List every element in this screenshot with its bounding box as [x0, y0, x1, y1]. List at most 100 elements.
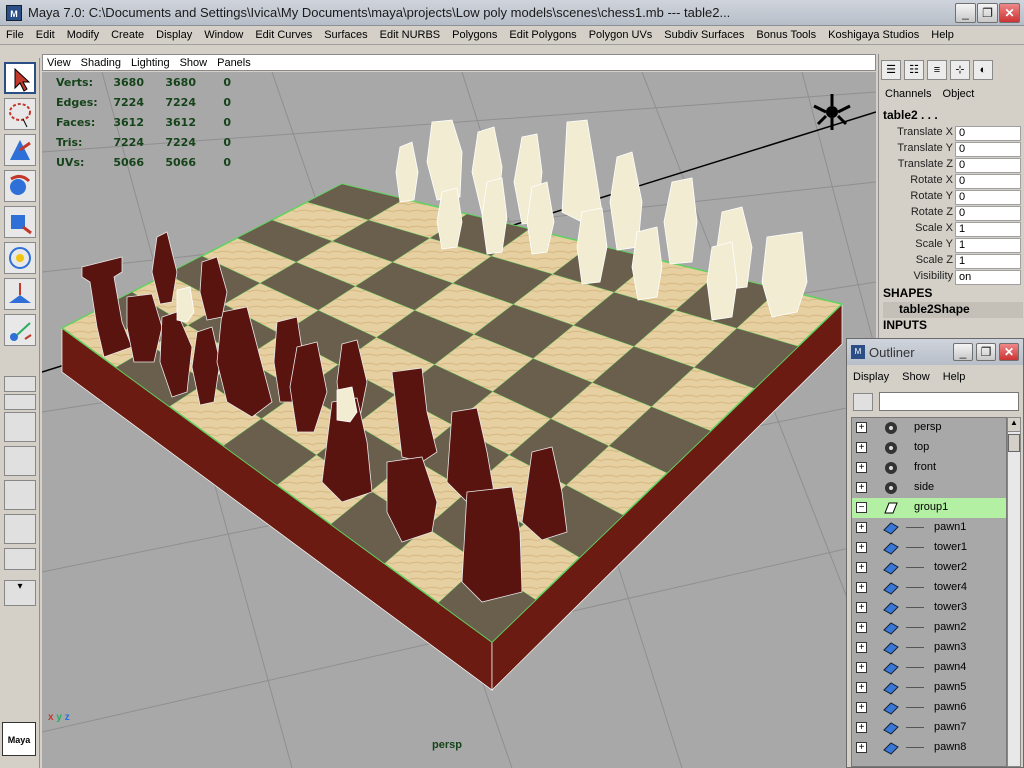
- rotate-tool-icon[interactable]: [4, 170, 36, 202]
- attr-value[interactable]: 1: [955, 238, 1021, 253]
- outliner-item[interactable]: + pawn6: [852, 698, 1006, 718]
- outliner-title-bar[interactable]: M Outliner _ ❐ ✕: [847, 339, 1023, 365]
- outliner-item[interactable]: + tower4: [852, 578, 1006, 598]
- expand-toggle-icon[interactable]: +: [856, 642, 867, 653]
- channels-menu[interactable]: Channels: [885, 88, 931, 100]
- panel-menu-view[interactable]: View: [47, 57, 71, 69]
- outliner-list[interactable]: + persp + top + front + side − group1 + pawn1 + tower…: [851, 417, 1007, 767]
- outliner-scrollbar[interactable]: ▲: [1007, 417, 1021, 767]
- attr-rotate-z[interactable]: Rotate Z0: [883, 206, 1023, 222]
- menu-edit[interactable]: Edit: [36, 29, 55, 41]
- select-tool-icon[interactable]: [4, 62, 36, 94]
- outliner-maximize-button[interactable]: ❐: [976, 343, 996, 361]
- menu-create[interactable]: Create: [111, 29, 144, 41]
- scroll-thumb[interactable]: [1008, 434, 1020, 452]
- attr-rotate-y[interactable]: Rotate Y0: [883, 190, 1023, 206]
- outliner-item[interactable]: + tower2: [852, 558, 1006, 578]
- menu-bonus-tools[interactable]: Bonus Tools: [756, 29, 816, 41]
- outliner-close-button[interactable]: ✕: [999, 343, 1019, 361]
- outliner-item[interactable]: + pawn4: [852, 658, 1006, 678]
- outliner-item[interactable]: + tower1: [852, 538, 1006, 558]
- outliner-item[interactable]: + side: [852, 478, 1006, 498]
- scroll-up-icon[interactable]: ▲: [1008, 418, 1020, 432]
- channel-box-icon[interactable]: ☰: [881, 60, 901, 80]
- expand-toggle-icon[interactable]: +: [856, 602, 867, 613]
- outliner-item[interactable]: + pawn2: [852, 618, 1006, 638]
- lasso-tool-icon[interactable]: [4, 98, 36, 130]
- menu-modify[interactable]: Modify: [67, 29, 99, 41]
- expand-toggle-icon[interactable]: +: [856, 582, 867, 593]
- attr-translate-x[interactable]: Translate X0: [883, 126, 1023, 142]
- layout-four-button[interactable]: [4, 394, 36, 410]
- menu-polygon-uvs[interactable]: Polygon UVs: [589, 29, 653, 41]
- expand-toggle-icon[interactable]: +: [856, 742, 867, 753]
- outliner-item[interactable]: + persp: [852, 418, 1006, 438]
- layout-hypershade-button[interactable]: [4, 514, 36, 544]
- expand-toggle-icon[interactable]: −: [856, 502, 867, 513]
- attr-value[interactable]: on: [955, 270, 1021, 285]
- panel-menu-show[interactable]: Show: [180, 57, 208, 69]
- object-menu[interactable]: Object: [943, 88, 975, 100]
- expand-toggle-icon[interactable]: +: [856, 722, 867, 733]
- menu-koshigaya-studios[interactable]: Koshigaya Studios: [828, 29, 919, 41]
- attr-rotate-x[interactable]: Rotate X0: [883, 174, 1023, 190]
- menu-surfaces[interactable]: Surfaces: [324, 29, 367, 41]
- outliner-item[interactable]: + pawn7: [852, 718, 1006, 738]
- outliner-item[interactable]: + tower3: [852, 598, 1006, 618]
- expand-toggle-icon[interactable]: +: [856, 622, 867, 633]
- layout-side-by-side-button[interactable]: [4, 412, 36, 442]
- expand-toggle-icon[interactable]: +: [856, 562, 867, 573]
- expand-toggle-icon[interactable]: +: [856, 542, 867, 553]
- layout-custom-button[interactable]: [4, 548, 36, 570]
- outliner-item[interactable]: + pawn8: [852, 738, 1006, 758]
- manipulator-tool-icon[interactable]: [4, 242, 36, 274]
- manipulator-icon[interactable]: ⊹: [950, 60, 970, 80]
- shape-node[interactable]: table2Shape: [883, 302, 1023, 318]
- layout-outliner-button[interactable]: [4, 446, 36, 476]
- soft-mod-tool-icon[interactable]: [4, 278, 36, 310]
- layout-graph-button[interactable]: [4, 480, 36, 510]
- menu-window[interactable]: Window: [204, 29, 243, 41]
- attr-scale-z[interactable]: Scale Z1: [883, 254, 1023, 270]
- perspective-viewport[interactable]: Verts: 3680 3680 0 Edges: 7224 7224 0 Fa…: [42, 72, 876, 768]
- layout-single-button[interactable]: [4, 376, 36, 392]
- expand-toggle-icon[interactable]: +: [856, 462, 867, 473]
- outliner-item[interactable]: + front: [852, 458, 1006, 478]
- menu-subdiv-surfaces[interactable]: Subdiv Surfaces: [664, 29, 744, 41]
- expand-toggle-icon[interactable]: +: [856, 482, 867, 493]
- attr-value[interactable]: 0: [955, 142, 1021, 157]
- last-tool-icon[interactable]: [4, 314, 36, 346]
- expand-toggle-icon[interactable]: +: [856, 682, 867, 693]
- expand-toggle-icon[interactable]: +: [856, 702, 867, 713]
- menu-display[interactable]: Display: [156, 29, 192, 41]
- layer-editor-icon[interactable]: ☷: [904, 60, 924, 80]
- outliner-item[interactable]: − group1: [852, 498, 1006, 518]
- panel-menu-shading[interactable]: Shading: [81, 57, 121, 69]
- attr-value[interactable]: 0: [955, 126, 1021, 141]
- attribute-editor-icon[interactable]: ≡: [927, 60, 947, 80]
- maximize-button[interactable]: ❐: [977, 3, 998, 23]
- menu-polygons[interactable]: Polygons: [452, 29, 497, 41]
- sphere-icon[interactable]: ◐: [973, 60, 993, 80]
- close-button[interactable]: ✕: [999, 3, 1020, 23]
- attr-value[interactable]: 0: [955, 206, 1021, 221]
- expand-toggle-icon[interactable]: +: [856, 662, 867, 673]
- move-tool-icon[interactable]: [4, 134, 36, 166]
- outliner-menu-display[interactable]: Display: [853, 371, 889, 383]
- attr-translate-z[interactable]: Translate Z0: [883, 158, 1023, 174]
- attr-value[interactable]: 0: [955, 158, 1021, 173]
- outliner-item[interactable]: + pawn1: [852, 518, 1006, 538]
- attr-scale-y[interactable]: Scale Y1: [883, 238, 1023, 254]
- expand-toggle-icon[interactable]: +: [856, 442, 867, 453]
- expand-toggle-icon[interactable]: +: [856, 522, 867, 533]
- menu-file[interactable]: File: [6, 29, 24, 41]
- menu-edit-curves[interactable]: Edit Curves: [255, 29, 312, 41]
- attr-value[interactable]: 1: [955, 222, 1021, 237]
- scale-tool-icon[interactable]: [4, 206, 36, 238]
- menu-edit-nurbs[interactable]: Edit NURBS: [380, 29, 441, 41]
- menu-help[interactable]: Help: [931, 29, 954, 41]
- minimize-button[interactable]: _: [955, 3, 976, 23]
- attr-value[interactable]: 0: [955, 190, 1021, 205]
- attr-scale-x[interactable]: Scale X1: [883, 222, 1023, 238]
- outliner-menu-show[interactable]: Show: [902, 371, 930, 383]
